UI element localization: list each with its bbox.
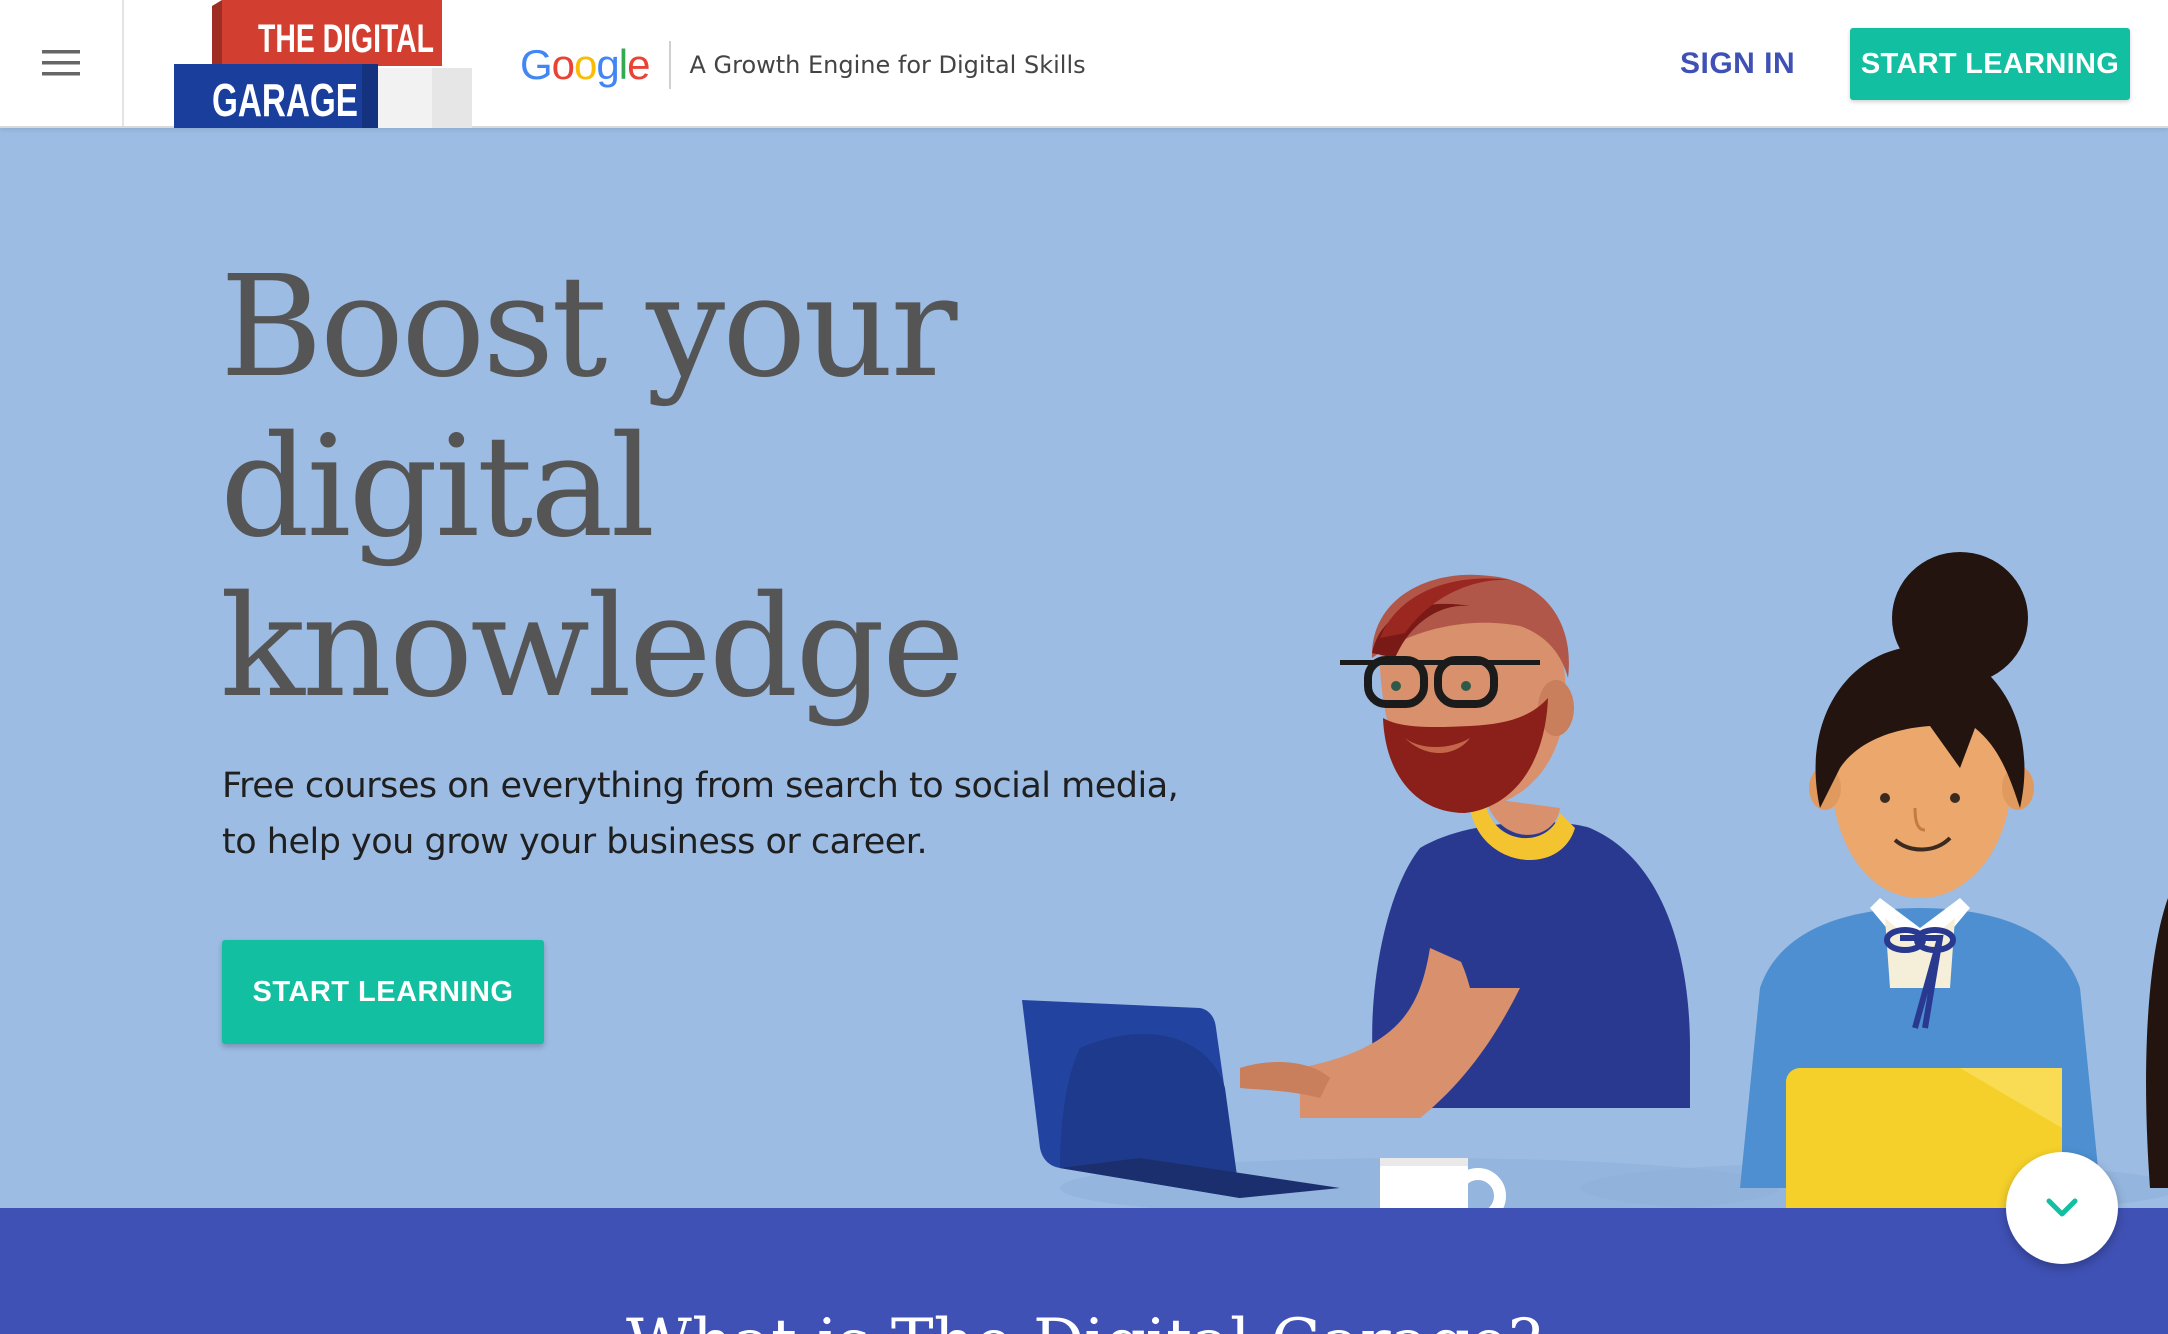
hero-illustration [1022, 552, 2168, 1208]
chevron-down-icon [2046, 1198, 2078, 1217]
google-letter: e [627, 41, 650, 88]
start-learning-button-header[interactable]: START LEARNING [1850, 28, 2130, 100]
man-figure [1240, 574, 1690, 1118]
google-lockup: Google A Growth Engine for Digital Skill… [520, 38, 1086, 92]
hero-section: Boost your digital knowledge Free course… [0, 128, 2168, 1208]
headline-line-1: Boost your [220, 246, 958, 409]
scroll-down-button[interactable] [2006, 1152, 2118, 1264]
google-letter: g [596, 41, 619, 88]
google-letter: G [520, 41, 553, 88]
logo-line1: THE DIGITAL [258, 17, 434, 61]
sign-in-link[interactable]: SIGN IN [1680, 40, 1795, 88]
lockup-divider [669, 41, 672, 89]
digital-garage-logo[interactable]: THE DIGITAL GARAGE [172, 0, 472, 128]
menu-button[interactable] [0, 0, 124, 126]
google-letter: o [574, 41, 597, 88]
top-navigation-bar: THE DIGITAL GARAGE Google A Growth Engin… [0, 0, 2168, 128]
tagline: A Growth Engine for Digital Skills [689, 51, 1086, 79]
hero-headline: Boost your digital knowledge [220, 248, 1120, 728]
google-wordmark: Google [520, 41, 650, 88]
logo-line2: GARAGE [212, 74, 358, 126]
about-section-title: What is The Digital Garage? [0, 1306, 2168, 1334]
google-letter: o [551, 41, 575, 88]
hero-subtext-line-2: to help you grow your business or career… [222, 822, 928, 862]
google-letter: l [618, 41, 628, 88]
third-figure-edge [2146, 898, 2168, 1188]
headline-line-2: digital [220, 406, 655, 569]
hamburger-menu-icon [42, 50, 80, 76]
headline-line-3: knowledge [220, 566, 965, 729]
about-section: What is The Digital Garage? [0, 1208, 2168, 1334]
start-learning-button-hero[interactable]: START LEARNING [222, 940, 544, 1044]
